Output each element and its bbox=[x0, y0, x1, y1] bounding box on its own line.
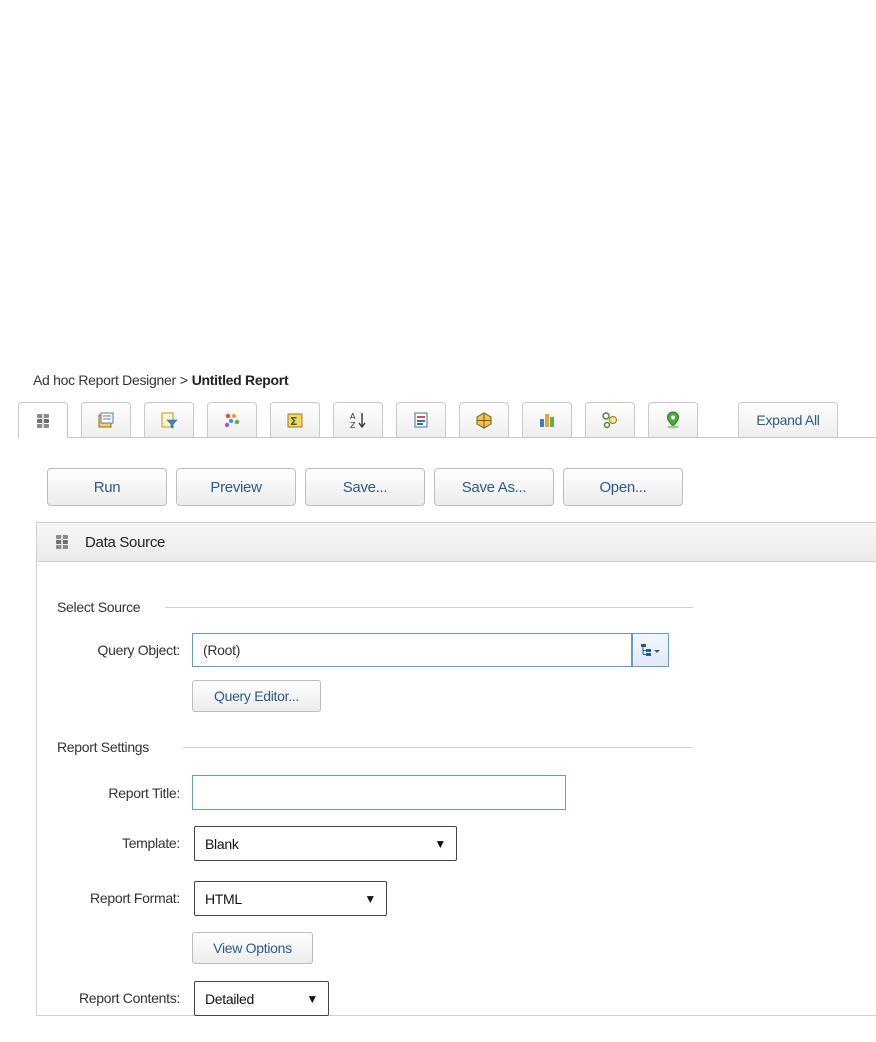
data-source-icon bbox=[37, 413, 49, 428]
save-as-button[interactable]: Save As... bbox=[434, 468, 554, 506]
template-value: Blank bbox=[205, 835, 239, 852]
report-contents-label: Report Contents: bbox=[78, 990, 180, 1006]
report-format-label: Report Format: bbox=[90, 890, 180, 906]
preview-button[interactable]: Preview bbox=[176, 468, 296, 506]
report-title-input[interactable] bbox=[192, 775, 566, 810]
filters-icon bbox=[161, 412, 178, 429]
tab-data-source[interactable] bbox=[18, 402, 68, 438]
report-settings-heading: Report Settings bbox=[57, 739, 149, 755]
breadcrumb: Ad hoc Report Designer > Untitled Report bbox=[33, 372, 289, 388]
diagram-icon bbox=[602, 412, 617, 429]
report-contents-value: Detailed bbox=[205, 990, 254, 1007]
tab-diagram[interactable] bbox=[585, 402, 635, 437]
breadcrumb-current: Untitled Report bbox=[191, 372, 289, 388]
expand-all-button[interactable]: Expand All bbox=[738, 402, 838, 437]
chevron-down-icon: ▼ bbox=[434, 836, 446, 851]
query-editor-button[interactable]: Query Editor... bbox=[192, 680, 321, 712]
data-source-icon bbox=[56, 535, 68, 549]
query-object-label: Query Object: bbox=[97, 642, 181, 658]
chart-icon bbox=[540, 414, 554, 427]
breadcrumb-separator: > bbox=[179, 372, 188, 388]
query-object-field[interactable]: (Root) bbox=[192, 633, 632, 667]
svg-text:Z: Z bbox=[350, 421, 356, 429]
tab-grouping[interactable] bbox=[207, 402, 257, 437]
template-label: Template: bbox=[122, 835, 180, 851]
report-settings-icon bbox=[98, 412, 114, 428]
pivot-icon bbox=[476, 412, 492, 429]
chevron-down-icon: ▼ bbox=[306, 991, 318, 1006]
report-title-label: Report Title: bbox=[108, 785, 180, 801]
open-button[interactable]: Open... bbox=[563, 468, 683, 506]
tab-filters[interactable] bbox=[144, 402, 194, 437]
designer-tabstrip: Σ A Z Expand All bbox=[18, 402, 876, 438]
run-button[interactable]: Run bbox=[47, 468, 167, 506]
tab-chart[interactable] bbox=[522, 402, 572, 437]
view-options-button[interactable]: View Options bbox=[192, 932, 313, 964]
grouping-icon bbox=[224, 413, 240, 428]
select-source-heading: Select Source bbox=[57, 599, 141, 615]
report-contents-select[interactable]: Detailed ▼ bbox=[194, 981, 329, 1016]
template-select[interactable]: Blank ▼ bbox=[194, 826, 457, 861]
svg-text:Σ: Σ bbox=[290, 415, 298, 428]
tree-dropdown-icon bbox=[640, 644, 660, 656]
chevron-down-icon: ▼ bbox=[364, 891, 376, 906]
select-source-divider bbox=[165, 607, 693, 608]
sort-icon: A Z bbox=[350, 412, 366, 429]
map-icon bbox=[666, 411, 680, 429]
panel-header[interactable]: Data Source bbox=[37, 523, 876, 562]
breadcrumb-root[interactable]: Ad hoc Report Designer bbox=[33, 372, 176, 388]
tab-pivot[interactable] bbox=[459, 402, 509, 437]
tab-summary[interactable]: Σ bbox=[270, 402, 320, 437]
panel-title: Data Source bbox=[85, 533, 166, 551]
tab-map[interactable] bbox=[648, 402, 698, 437]
query-object-tree-button[interactable] bbox=[632, 633, 669, 667]
tab-sort[interactable]: A Z bbox=[333, 402, 383, 437]
tab-report-settings[interactable] bbox=[81, 402, 131, 437]
tabstrip-baseline bbox=[18, 437, 876, 438]
summary-icon: Σ bbox=[287, 413, 303, 428]
report-format-select[interactable]: HTML ▼ bbox=[194, 881, 387, 916]
text-formatting-icon bbox=[414, 412, 428, 428]
report-settings-divider bbox=[183, 747, 693, 748]
report-format-value: HTML bbox=[205, 890, 242, 907]
data-source-panel: Data Source Select Source Query Object: … bbox=[36, 522, 876, 1016]
tab-formatting[interactable] bbox=[396, 402, 446, 437]
save-button[interactable]: Save... bbox=[305, 468, 425, 506]
svg-text:A: A bbox=[350, 412, 356, 421]
